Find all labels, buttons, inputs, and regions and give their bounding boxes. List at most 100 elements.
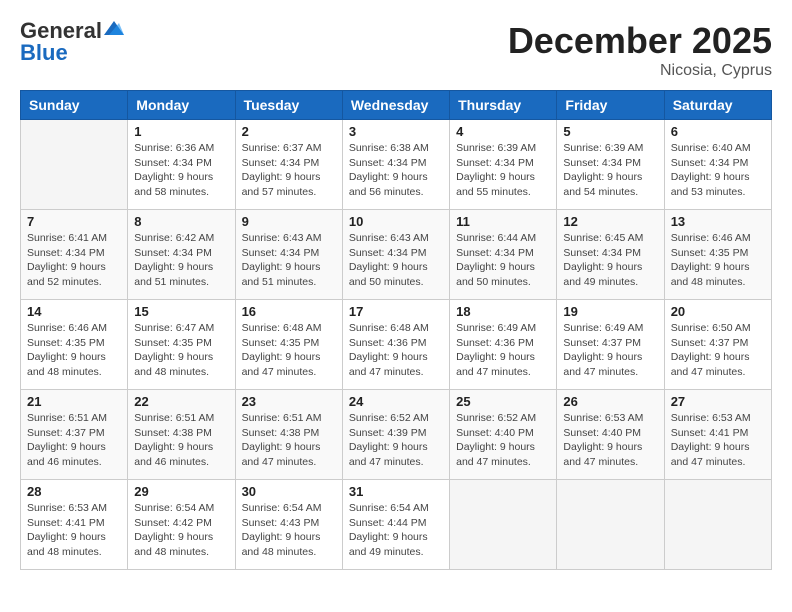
- calendar-cell: [450, 480, 557, 570]
- logo-icon: [104, 21, 124, 37]
- calendar-cell: 9 Sunrise: 6:43 AM Sunset: 4:34 PM Daylig…: [235, 210, 342, 300]
- calendar-cell: 14 Sunrise: 6:46 AM Sunset: 4:35 PM Dayli…: [21, 300, 128, 390]
- calendar-cell: 12 Sunrise: 6:45 AM Sunset: 4:34 PM Dayli…: [557, 210, 664, 300]
- column-header-wednesday: Wednesday: [342, 91, 449, 120]
- day-info: Sunrise: 6:54 AM Sunset: 4:42 PM Dayligh…: [134, 501, 228, 560]
- calendar-cell: 29 Sunrise: 6:54 AM Sunset: 4:42 PM Dayli…: [128, 480, 235, 570]
- calendar-cell: 5Sunrise: 6:39 AM Sunset: 4:34 PM Daylig…: [557, 120, 664, 210]
- calendar-week-row: 21 Sunrise: 6:51 AM Sunset: 4:37 PM Dayli…: [21, 390, 772, 480]
- day-number: 14: [27, 304, 121, 319]
- day-number: 10: [349, 214, 443, 229]
- calendar-cell: 1Sunrise: 6:36 AM Sunset: 4:34 PM Daylig…: [128, 120, 235, 210]
- day-info: Sunrise: 6:54 AM Sunset: 4:44 PM Dayligh…: [349, 501, 443, 560]
- calendar-cell: 6 Sunrise: 6:40 AM Sunset: 4:34 PM Daylig…: [664, 120, 771, 210]
- day-info: Sunrise: 6:45 AM Sunset: 4:34 PM Dayligh…: [563, 231, 657, 290]
- day-info: Sunrise: 6:52 AM Sunset: 4:39 PM Dayligh…: [349, 411, 443, 470]
- day-info: Sunrise: 6:46 AM Sunset: 4:35 PM Dayligh…: [671, 231, 765, 290]
- calendar-cell: 19Sunrise: 6:49 AM Sunset: 4:37 PM Dayli…: [557, 300, 664, 390]
- calendar-cell: 22 Sunrise: 6:51 AM Sunset: 4:38 PM Dayli…: [128, 390, 235, 480]
- calendar-cell: 2Sunrise: 6:37 AM Sunset: 4:34 PM Daylig…: [235, 120, 342, 210]
- day-info: Sunrise: 6:50 AM Sunset: 4:37 PM Dayligh…: [671, 321, 765, 380]
- day-info: Sunrise: 6:51 AM Sunset: 4:37 PM Dayligh…: [27, 411, 121, 470]
- day-info: Sunrise: 6:43 AM Sunset: 4:34 PM Dayligh…: [242, 231, 336, 290]
- logo: General Blue: [20, 20, 124, 64]
- column-header-thursday: Thursday: [450, 91, 557, 120]
- day-number: 7: [27, 214, 121, 229]
- day-info: Sunrise: 6:53 AM Sunset: 4:40 PM Dayligh…: [563, 411, 657, 470]
- day-number: 16: [242, 304, 336, 319]
- column-header-saturday: Saturday: [664, 91, 771, 120]
- day-info: Sunrise: 6:46 AM Sunset: 4:35 PM Dayligh…: [27, 321, 121, 380]
- day-info: Sunrise: 6:44 AM Sunset: 4:34 PM Dayligh…: [456, 231, 550, 290]
- day-info: Sunrise: 6:47 AM Sunset: 4:35 PM Dayligh…: [134, 321, 228, 380]
- day-info: Sunrise: 6:49 AM Sunset: 4:37 PM Dayligh…: [563, 321, 657, 380]
- month-title: December 2025: [508, 20, 772, 62]
- day-info: Sunrise: 6:51 AM Sunset: 4:38 PM Dayligh…: [134, 411, 228, 470]
- calendar-table: SundayMondayTuesdayWednesdayThursdayFrid…: [20, 90, 772, 570]
- column-header-monday: Monday: [128, 91, 235, 120]
- day-number: 12: [563, 214, 657, 229]
- day-info: Sunrise: 6:54 AM Sunset: 4:43 PM Dayligh…: [242, 501, 336, 560]
- day-number: 26: [563, 394, 657, 409]
- column-header-sunday: Sunday: [21, 91, 128, 120]
- day-number: 28: [27, 484, 121, 499]
- day-number: 23: [242, 394, 336, 409]
- day-number: 20: [671, 304, 765, 319]
- calendar-header-row: SundayMondayTuesdayWednesdayThursdayFrid…: [21, 91, 772, 120]
- day-number: 2: [242, 124, 336, 139]
- calendar-cell: 23 Sunrise: 6:51 AM Sunset: 4:38 PM Dayli…: [235, 390, 342, 480]
- calendar-week-row: 1Sunrise: 6:36 AM Sunset: 4:34 PM Daylig…: [21, 120, 772, 210]
- day-number: 22: [134, 394, 228, 409]
- day-number: 6: [671, 124, 765, 139]
- day-number: 31: [349, 484, 443, 499]
- logo-blue-text: Blue: [20, 42, 68, 64]
- day-info: Sunrise: 6:42 AM Sunset: 4:34 PM Dayligh…: [134, 231, 228, 290]
- day-info: Sunrise: 6:53 AM Sunset: 4:41 PM Dayligh…: [671, 411, 765, 470]
- calendar-cell: 4Sunrise: 6:39 AM Sunset: 4:34 PM Daylig…: [450, 120, 557, 210]
- day-number: 21: [27, 394, 121, 409]
- day-number: 4: [456, 124, 550, 139]
- day-info: Sunrise: 6:52 AM Sunset: 4:40 PM Dayligh…: [456, 411, 550, 470]
- day-info: Sunrise: 6:41 AM Sunset: 4:34 PM Dayligh…: [27, 231, 121, 290]
- day-number: 8: [134, 214, 228, 229]
- calendar-cell: 28 Sunrise: 6:53 AM Sunset: 4:41 PM Dayli…: [21, 480, 128, 570]
- calendar-cell: 10Sunrise: 6:43 AM Sunset: 4:34 PM Dayli…: [342, 210, 449, 300]
- logo-general-text: General: [20, 20, 102, 42]
- day-number: 29: [134, 484, 228, 499]
- calendar-cell: [557, 480, 664, 570]
- calendar-cell: 8 Sunrise: 6:42 AM Sunset: 4:34 PM Daylig…: [128, 210, 235, 300]
- day-number: 13: [671, 214, 765, 229]
- day-info: Sunrise: 6:48 AM Sunset: 4:36 PM Dayligh…: [349, 321, 443, 380]
- day-info: Sunrise: 6:40 AM Sunset: 4:34 PM Dayligh…: [671, 141, 765, 200]
- calendar-week-row: 14 Sunrise: 6:46 AM Sunset: 4:35 PM Dayli…: [21, 300, 772, 390]
- day-info: Sunrise: 6:53 AM Sunset: 4:41 PM Dayligh…: [27, 501, 121, 560]
- day-number: 30: [242, 484, 336, 499]
- calendar-cell: 3Sunrise: 6:38 AM Sunset: 4:34 PM Daylig…: [342, 120, 449, 210]
- day-info: Sunrise: 6:36 AM Sunset: 4:34 PM Dayligh…: [134, 141, 228, 200]
- column-header-tuesday: Tuesday: [235, 91, 342, 120]
- calendar-cell: [21, 120, 128, 210]
- calendar-cell: 18Sunrise: 6:49 AM Sunset: 4:36 PM Dayli…: [450, 300, 557, 390]
- calendar-cell: 7 Sunrise: 6:41 AM Sunset: 4:34 PM Daylig…: [21, 210, 128, 300]
- calendar-cell: 25 Sunrise: 6:52 AM Sunset: 4:40 PM Dayli…: [450, 390, 557, 480]
- day-number: 24: [349, 394, 443, 409]
- day-number: 5: [563, 124, 657, 139]
- day-number: 11: [456, 214, 550, 229]
- day-number: 9: [242, 214, 336, 229]
- column-header-friday: Friday: [557, 91, 664, 120]
- day-number: 15: [134, 304, 228, 319]
- day-info: Sunrise: 6:51 AM Sunset: 4:38 PM Dayligh…: [242, 411, 336, 470]
- calendar-cell: 24 Sunrise: 6:52 AM Sunset: 4:39 PM Dayli…: [342, 390, 449, 480]
- day-number: 3: [349, 124, 443, 139]
- day-info: Sunrise: 6:49 AM Sunset: 4:36 PM Dayligh…: [456, 321, 550, 380]
- day-number: 17: [349, 304, 443, 319]
- location: Nicosia, Cyprus: [508, 62, 772, 80]
- day-number: 27: [671, 394, 765, 409]
- calendar-cell: 21 Sunrise: 6:51 AM Sunset: 4:37 PM Dayli…: [21, 390, 128, 480]
- calendar-cell: 11 Sunrise: 6:44 AM Sunset: 4:34 PM Dayli…: [450, 210, 557, 300]
- calendar-cell: 31 Sunrise: 6:54 AM Sunset: 4:44 PM Dayli…: [342, 480, 449, 570]
- calendar-cell: [664, 480, 771, 570]
- calendar-cell: 13 Sunrise: 6:46 AM Sunset: 4:35 PM Dayli…: [664, 210, 771, 300]
- calendar-week-row: 7 Sunrise: 6:41 AM Sunset: 4:34 PM Daylig…: [21, 210, 772, 300]
- day-number: 25: [456, 394, 550, 409]
